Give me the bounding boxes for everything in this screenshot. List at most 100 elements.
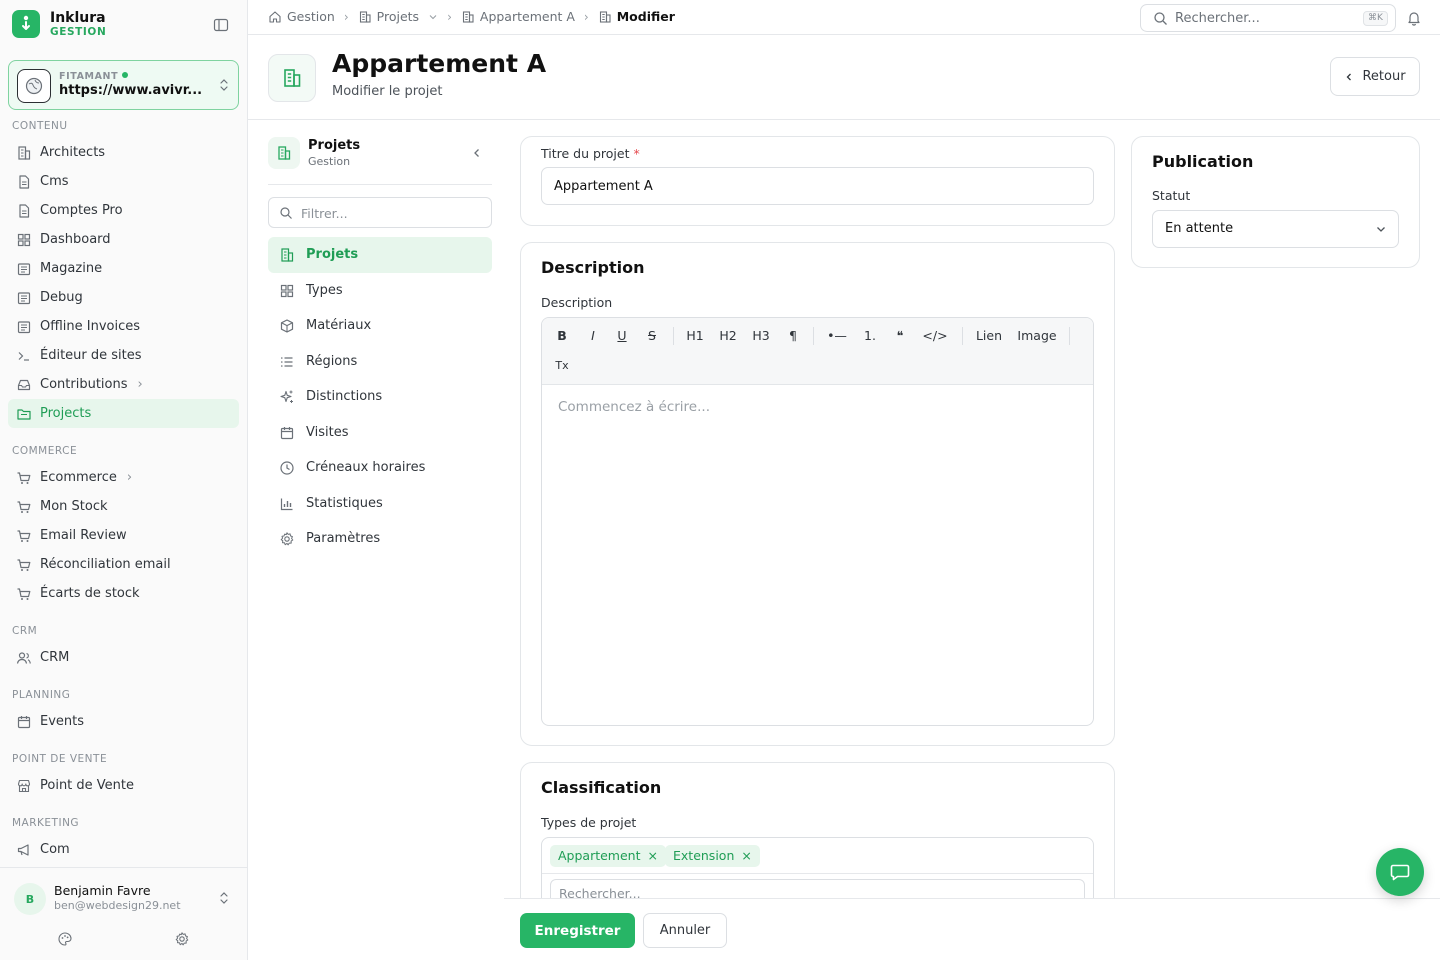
sidebar-item-com[interactable]: Com (8, 835, 239, 864)
bell-icon[interactable] (1406, 10, 1422, 26)
sidebar-item-ecommerce[interactable]: Ecommerce › (8, 463, 239, 492)
collapse-chevron-left-icon[interactable] (470, 146, 484, 160)
sidebar-item-reconciliation-email[interactable]: Réconciliation email (8, 550, 239, 579)
bullet-list-button[interactable]: •— (826, 326, 848, 346)
back-button[interactable]: Retour (1330, 57, 1420, 96)
grid-icon (279, 283, 295, 299)
type-chip-appartement: Appartement × (550, 845, 666, 867)
module-nav-item-types[interactable]: Types (268, 273, 492, 309)
nav-section-contenu: CONTENU (12, 120, 68, 132)
sidebar-item-architects[interactable]: Architects (8, 138, 239, 167)
sidebar-item-mon-stock[interactable]: Mon Stock (8, 492, 239, 521)
newspaper-icon (16, 261, 32, 277)
description-card: Description Description B I U S H1 H2 H3… (520, 242, 1115, 746)
paragraph-button[interactable]: ¶ (786, 326, 800, 346)
heading1-button[interactable]: H1 (683, 326, 707, 346)
module-nav-item-regions[interactable]: Régions (268, 344, 492, 380)
chip-label: Appartement (558, 848, 641, 863)
site-label: FITAMANT (59, 71, 129, 82)
quote-button[interactable]: ❝ (892, 326, 908, 346)
ordered-list-button[interactable]: 1. (860, 326, 880, 346)
link-button[interactable]: Lien (974, 326, 1004, 346)
sidebar-item-cms[interactable]: Cms (8, 167, 239, 196)
sidebar-item-label: Contributions (40, 377, 128, 392)
chevron-down-icon[interactable] (428, 12, 438, 22)
breadcrumb-item-projets[interactable]: Projets (358, 9, 438, 24)
chevron-updown-icon (218, 78, 230, 92)
remove-chip-icon[interactable]: × (648, 848, 658, 863)
sidebar-item-magazine[interactable]: Magazine (8, 254, 239, 283)
search-icon (280, 207, 292, 219)
chat-button[interactable] (1376, 848, 1424, 896)
nav-section-crm: CRM (12, 625, 38, 637)
box-icon (279, 318, 295, 334)
sidebar-item-label: Ecommerce (40, 470, 117, 485)
cancel-button[interactable]: Annuler (643, 913, 727, 948)
sidebar-item-debug[interactable]: Debug (8, 283, 239, 312)
type-chip-extension: Extension × (665, 845, 760, 867)
sidebar-toggle-icon[interactable] (213, 17, 229, 33)
module-nav-item-statistiques[interactable]: Statistiques (268, 486, 492, 522)
breadcrumb-separator: › (343, 9, 349, 24)
back-button-label: Retour (1362, 69, 1406, 84)
sidebar-item-email-review[interactable]: Email Review (8, 521, 239, 550)
newspaper-icon (16, 290, 32, 306)
user-menu[interactable]: B Benjamin Favre ben@webdesign29.net (0, 867, 247, 960)
strikethrough-button[interactable]: S (644, 326, 660, 346)
module-nav-item-parametres[interactable]: Paramètres (268, 521, 492, 557)
underline-button[interactable]: U (614, 326, 630, 346)
building-icon (268, 54, 316, 102)
breadcrumb-item-appartement[interactable]: Appartement A (461, 9, 575, 24)
filter-input[interactable] (301, 205, 481, 221)
gear-icon[interactable] (174, 931, 190, 947)
module-nav-item-projets[interactable]: Projets (268, 237, 492, 273)
sidebar-item-label: Architects (40, 145, 106, 160)
publication-card: Publication Statut En attente (1131, 136, 1420, 268)
sidebar-item-dashboard[interactable]: Dashboard (8, 225, 239, 254)
status-select[interactable]: En attente (1152, 210, 1399, 248)
bar-chart-icon (279, 496, 295, 512)
sidebar-item-projects[interactable]: Projects (8, 399, 239, 428)
save-button[interactable]: Enregistrer (520, 913, 635, 948)
sidebar-item-comptes-pro[interactable]: Comptes Pro (8, 196, 239, 225)
heading3-button[interactable]: H3 (749, 326, 773, 346)
module-filter[interactable] (268, 197, 492, 228)
module-nav-item-visites[interactable]: Visites (268, 415, 492, 451)
sidebar-item-events[interactable]: Events (8, 707, 239, 736)
sidebar-item-label: Projects (40, 406, 92, 421)
sidebar-item-label: Comptes Pro (40, 203, 123, 218)
breadcrumb-item-gestion[interactable]: Gestion (268, 9, 335, 24)
top-bar: Gestion › Projets › Appartement A › Modi… (248, 0, 1440, 35)
editor-content-area[interactable]: Commencez à écrire... (542, 385, 1093, 725)
module-nav-item-distinctions[interactable]: Distinctions (268, 379, 492, 415)
module-nav-item-materiaux[interactable]: Matériaux (268, 308, 492, 344)
sidebar-item-crm[interactable]: CRM (8, 643, 239, 672)
sidebar-nav: CONTENU Architects Cms Comptes Pro Dashboard… (0, 118, 247, 868)
megaphone-icon (16, 842, 32, 858)
online-status-dot (122, 72, 129, 78)
module-nav-item-creneaux-horaires[interactable]: Créneaux horaires (268, 450, 492, 486)
clear-format-button[interactable]: Tx (554, 356, 570, 376)
grid-icon (16, 232, 32, 248)
bold-button[interactable]: B (554, 326, 570, 346)
sidebar-item-label: Écarts de stock (40, 586, 140, 601)
toolbar-separator (673, 327, 674, 345)
title-field-label: Titre du projet * (541, 146, 640, 161)
palette-icon[interactable] (57, 931, 73, 947)
global-search[interactable]: ⌘K (1140, 4, 1396, 32)
site-switcher[interactable]: FITAMANT https://www.avivr... (8, 60, 239, 110)
sidebar-item-ecarts-de-stock[interactable]: Écarts de stock (8, 579, 239, 608)
sidebar-item-editeur-de-sites[interactable]: Éditeur de sites (8, 341, 239, 370)
image-button[interactable]: Image (1016, 326, 1058, 346)
sidebar-item-offline-invoices[interactable]: Offline Invoices (8, 312, 239, 341)
sidebar-item-label: Point de Vente (40, 778, 135, 793)
project-title-input[interactable] (541, 167, 1094, 205)
heading2-button[interactable]: H2 (716, 326, 740, 346)
code-button[interactable]: </> (921, 326, 949, 346)
remove-chip-icon[interactable]: × (741, 848, 751, 863)
italic-button[interactable]: I (585, 326, 601, 346)
sidebar-item-label: Cms (40, 174, 69, 189)
sidebar-item-contributions[interactable]: Contributions › (8, 370, 239, 399)
sidebar-item-point-de-vente[interactable]: Point de Vente (8, 771, 239, 800)
search-input[interactable] (1175, 10, 1355, 27)
